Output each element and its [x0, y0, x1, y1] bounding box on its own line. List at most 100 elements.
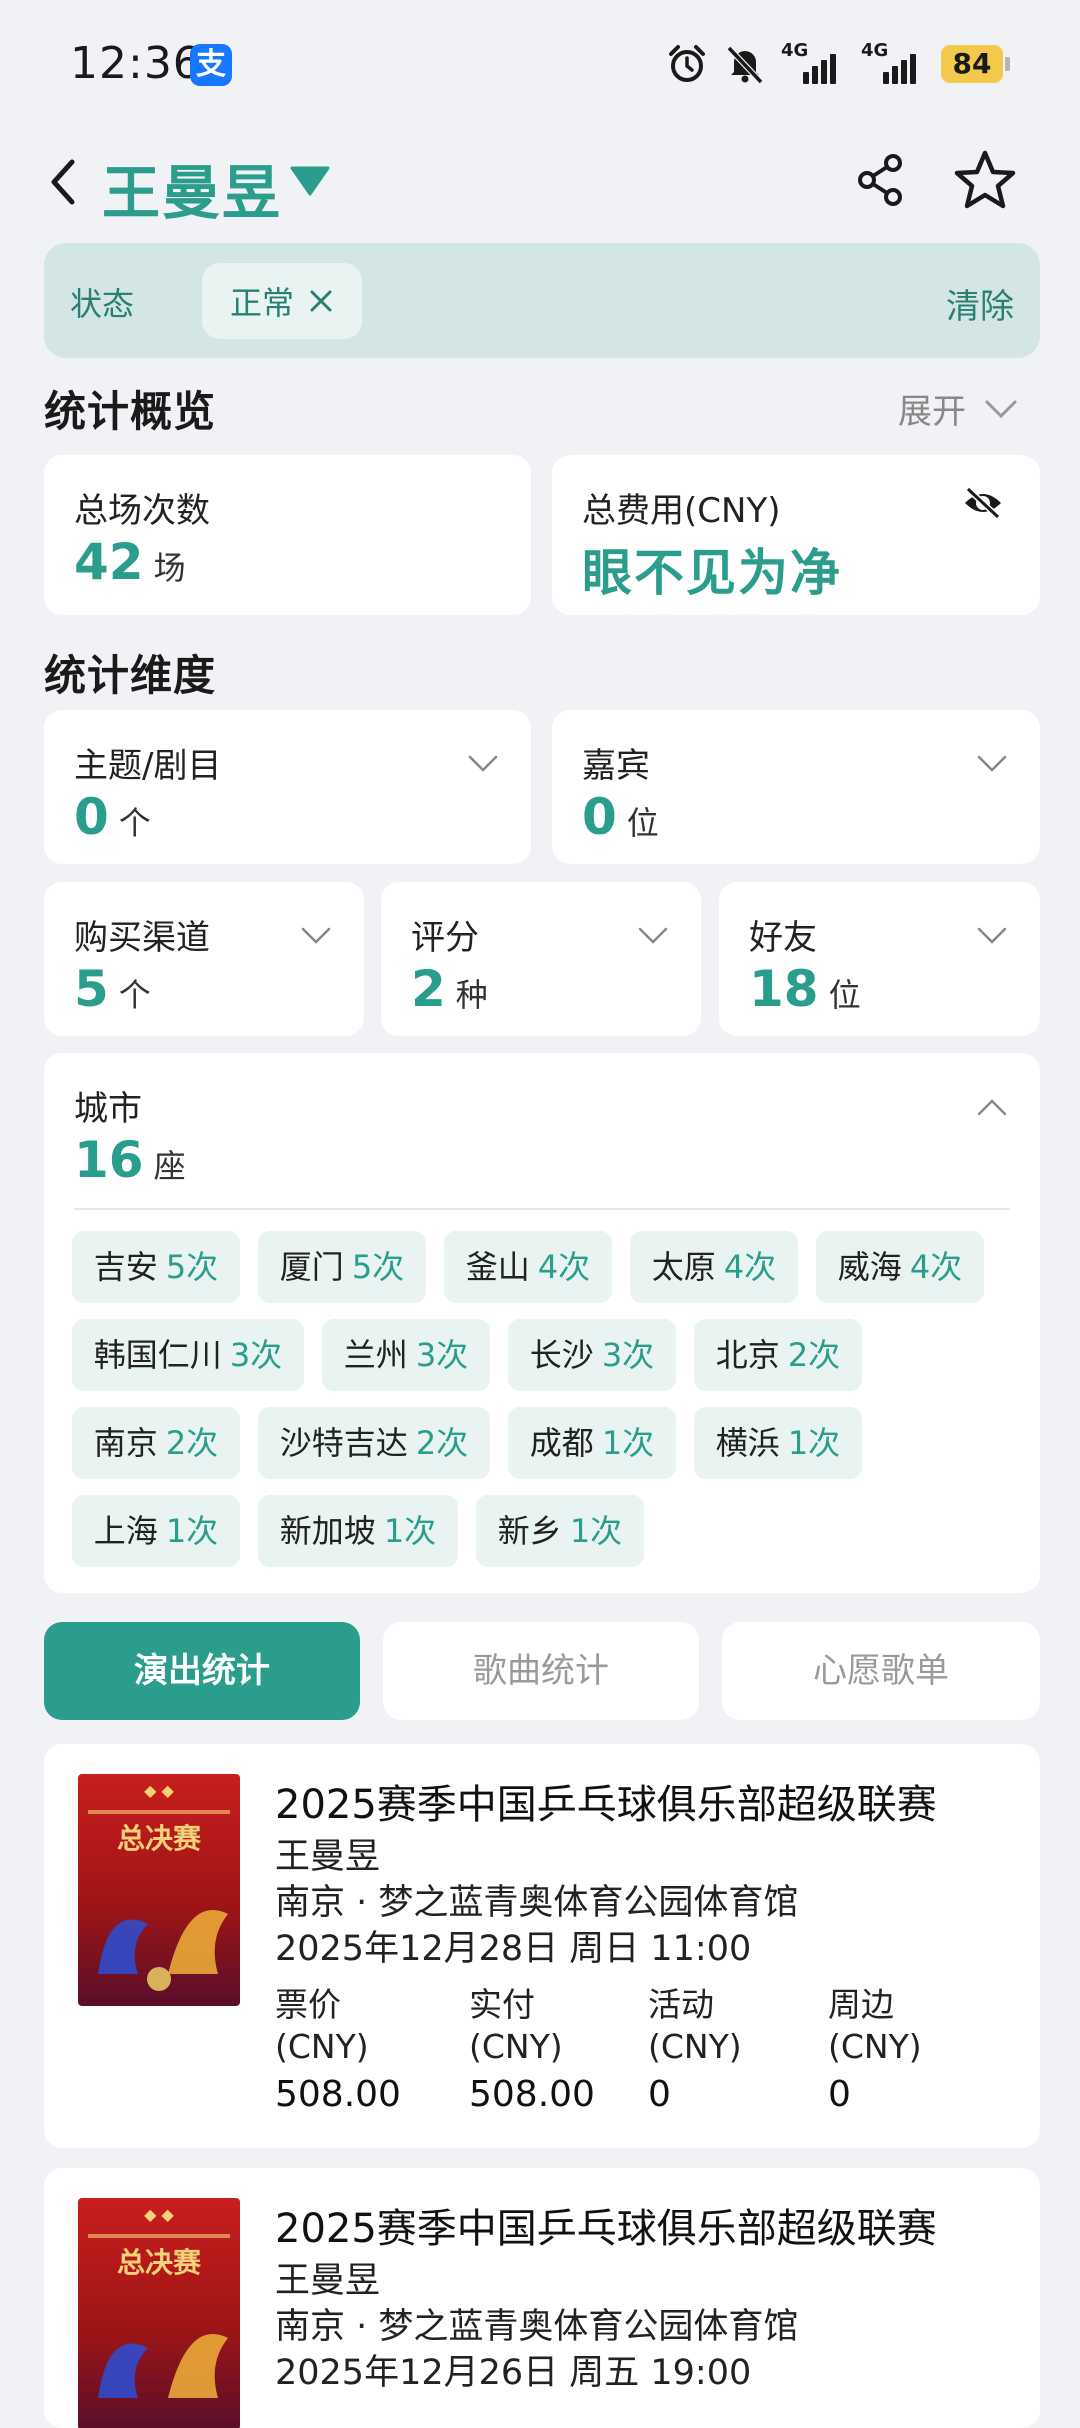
dimension-label: 好友 [749, 918, 817, 958]
city-chip[interactable]: 上海 1次 [72, 1495, 240, 1567]
chevron-up-icon[interactable] [976, 1097, 1008, 1117]
signal-icon-1: 4G [781, 40, 847, 84]
eye-off-icon[interactable] [962, 485, 1004, 521]
price-value-activity: 0 [648, 2074, 671, 2115]
city-chip[interactable]: 成都 1次 [508, 1407, 676, 1479]
city-chip[interactable]: 新乡 1次 [476, 1495, 644, 1567]
city-chip[interactable]: 长沙 3次 [508, 1319, 676, 1391]
total-cost-label: 总费用(CNY) [582, 491, 781, 531]
price-label-merch: 周边 (CNY) [828, 1985, 922, 2066]
svg-text:总决赛: 总决赛 [117, 1822, 202, 1855]
signal-icon-2: 4G [861, 40, 927, 84]
city-chip[interactable]: 釜山 4次 [444, 1231, 612, 1303]
total-cost-value: 眼不见为净 [582, 544, 842, 602]
battery-icon: 84 [941, 45, 1010, 83]
total-count-label: 总场次数 [74, 491, 210, 531]
expand-label: 展开 [898, 392, 966, 432]
city-chip[interactable]: 韩国仁川 3次 [72, 1319, 304, 1391]
dimension-card-theme[interactable]: 主题/剧目 0个 [44, 710, 531, 864]
event-venue: 南京 · 梦之蓝青奥体育公园体育馆 [275, 2307, 799, 2347]
price-value-merch: 0 [828, 2074, 851, 2115]
event-title: 2025赛季中国乒乓球俱乐部超级联赛 [275, 1782, 937, 1828]
dimension-label: 购买渠道 [74, 918, 210, 958]
svg-text:◆ ◆: ◆ ◆ [144, 2205, 174, 2224]
event-artist: 王曼昱 [275, 1837, 381, 1877]
share-icon[interactable] [856, 152, 906, 208]
mute-icon [726, 45, 764, 85]
svg-text:总决赛: 总决赛 [117, 2246, 202, 2279]
city-chip[interactable]: 新加坡 1次 [258, 1495, 458, 1567]
dimension-label: 嘉宾 [582, 746, 650, 786]
event-card[interactable]: ◆ ◆ 总决赛 2025赛季中国乒乓球俱乐部超级联赛 王曼昱 南京 · 梦之蓝青… [44, 1744, 1040, 2148]
event-title: 2025赛季中国乒乓球俱乐部超级联赛 [275, 2206, 937, 2252]
dimension-card-city: 城市 16 座 吉安 5次 厦门 5次 釜山 4次 太原 4次 威海 4次 韩国仁川 3次 兰… [44, 1053, 1040, 1593]
dimension-value: 5个 [74, 960, 151, 1018]
chevron-down-icon [468, 755, 498, 772]
expand-button[interactable]: 展开 [898, 384, 1018, 433]
total-count-card: 总场次数 42 场 [44, 455, 531, 615]
dimension-value: 0个 [74, 788, 151, 846]
dimension-card-rating[interactable]: 评分 2种 [381, 882, 701, 1036]
city-chip[interactable]: 横浜 1次 [694, 1407, 862, 1479]
city-chip[interactable]: 吉安 5次 [72, 1231, 240, 1303]
city-chip[interactable]: 沙特吉达 2次 [258, 1407, 490, 1479]
dimension-value: 18 位 [749, 960, 861, 1018]
chevron-down-icon [985, 400, 1017, 418]
page-title[interactable]: 王曼昱 [102, 146, 282, 230]
back-icon[interactable] [44, 154, 84, 210]
city-chip[interactable]: 厦门 5次 [258, 1231, 426, 1303]
tab-performance-stats[interactable]: 演出统计 [44, 1622, 360, 1720]
city-chip[interactable]: 兰州 3次 [322, 1319, 490, 1391]
price-label-activity: 活动 (CNY) [648, 1985, 742, 2066]
event-datetime: 2025年12月26日 周五 19:00 [275, 2353, 752, 2393]
price-value-ticket: 508.00 [275, 2074, 401, 2115]
close-icon[interactable] [308, 288, 334, 314]
poster-artwork: ◆ ◆ 总决赛 [88, 1781, 230, 1991]
dimension-card-guest[interactable]: 嘉宾 0位 [552, 710, 1040, 864]
dimension-label: 评分 [411, 918, 479, 958]
chevron-down-icon [638, 927, 668, 944]
favorite-star-icon[interactable] [952, 148, 1018, 212]
total-count-value: 42 场 [74, 533, 186, 591]
divider [74, 1208, 1010, 1210]
clear-filter-button[interactable]: 清除 [946, 279, 1014, 328]
tab-wishlist[interactable]: 心愿歌单 [722, 1622, 1040, 1720]
filter-bar: 状态 正常 清除 [44, 243, 1040, 358]
city-chip[interactable]: 威海 4次 [816, 1231, 984, 1303]
dimension-label: 主题/剧目 [74, 746, 222, 786]
filter-chip-normal[interactable]: 正常 [202, 263, 363, 339]
event-poster: ◆ ◆ 总决赛 [78, 2198, 240, 2428]
filter-label: 状态 [70, 285, 135, 323]
city-value: 16 座 [74, 1131, 186, 1189]
dimension-value: 0位 [582, 788, 659, 846]
city-label: 城市 [74, 1089, 142, 1129]
dimensions-section-title: 统计维度 [44, 651, 217, 700]
price-label-paid: 实付 (CNY) [469, 1985, 563, 2066]
svg-text:◆ ◆: ◆ ◆ [144, 1781, 174, 1800]
chevron-down-icon [301, 927, 331, 944]
event-card[interactable]: ◆ ◆ 总决赛 2025赛季中国乒乓球俱乐部超级联赛 王曼昱 南京 · 梦之蓝青… [44, 2168, 1040, 2428]
poster-artwork: ◆ ◆ 总决赛 [88, 2205, 230, 2398]
event-datetime: 2025年12月28日 周日 11:00 [275, 1929, 752, 1969]
chevron-down-icon [977, 927, 1007, 944]
status-bar: 12:36 支 4G 4G 84 [0, 0, 1080, 130]
city-chip[interactable]: 北京 2次 [694, 1319, 862, 1391]
event-poster: ◆ ◆ 总决赛 [78, 1774, 240, 2006]
status-time: 12:36 [70, 38, 202, 89]
city-chip[interactable]: 太原 4次 [630, 1231, 798, 1303]
dimension-card-friends[interactable]: 好友 18 位 [719, 882, 1040, 1036]
alarm-icon [669, 45, 705, 82]
alipay-icon: 支 [190, 44, 232, 86]
event-artist: 王曼昱 [275, 2261, 381, 2301]
dimension-value: 2种 [411, 960, 488, 1018]
dimension-card-channel[interactable]: 购买渠道 5个 [44, 882, 364, 1036]
chevron-down-icon [977, 755, 1007, 772]
event-venue: 南京 · 梦之蓝青奥体育公园体育馆 [275, 1883, 799, 1923]
city-chip[interactable]: 南京 2次 [72, 1407, 240, 1479]
caret-down-icon[interactable] [290, 164, 330, 198]
filter-chip-label: 正常 [230, 284, 295, 322]
tab-song-stats[interactable]: 歌曲统计 [383, 1622, 699, 1720]
price-value-paid: 508.00 [469, 2074, 595, 2115]
price-label-ticket: 票价 (CNY) [275, 1985, 369, 2066]
status-icons: 4G 4G 84 [665, 40, 1010, 86]
